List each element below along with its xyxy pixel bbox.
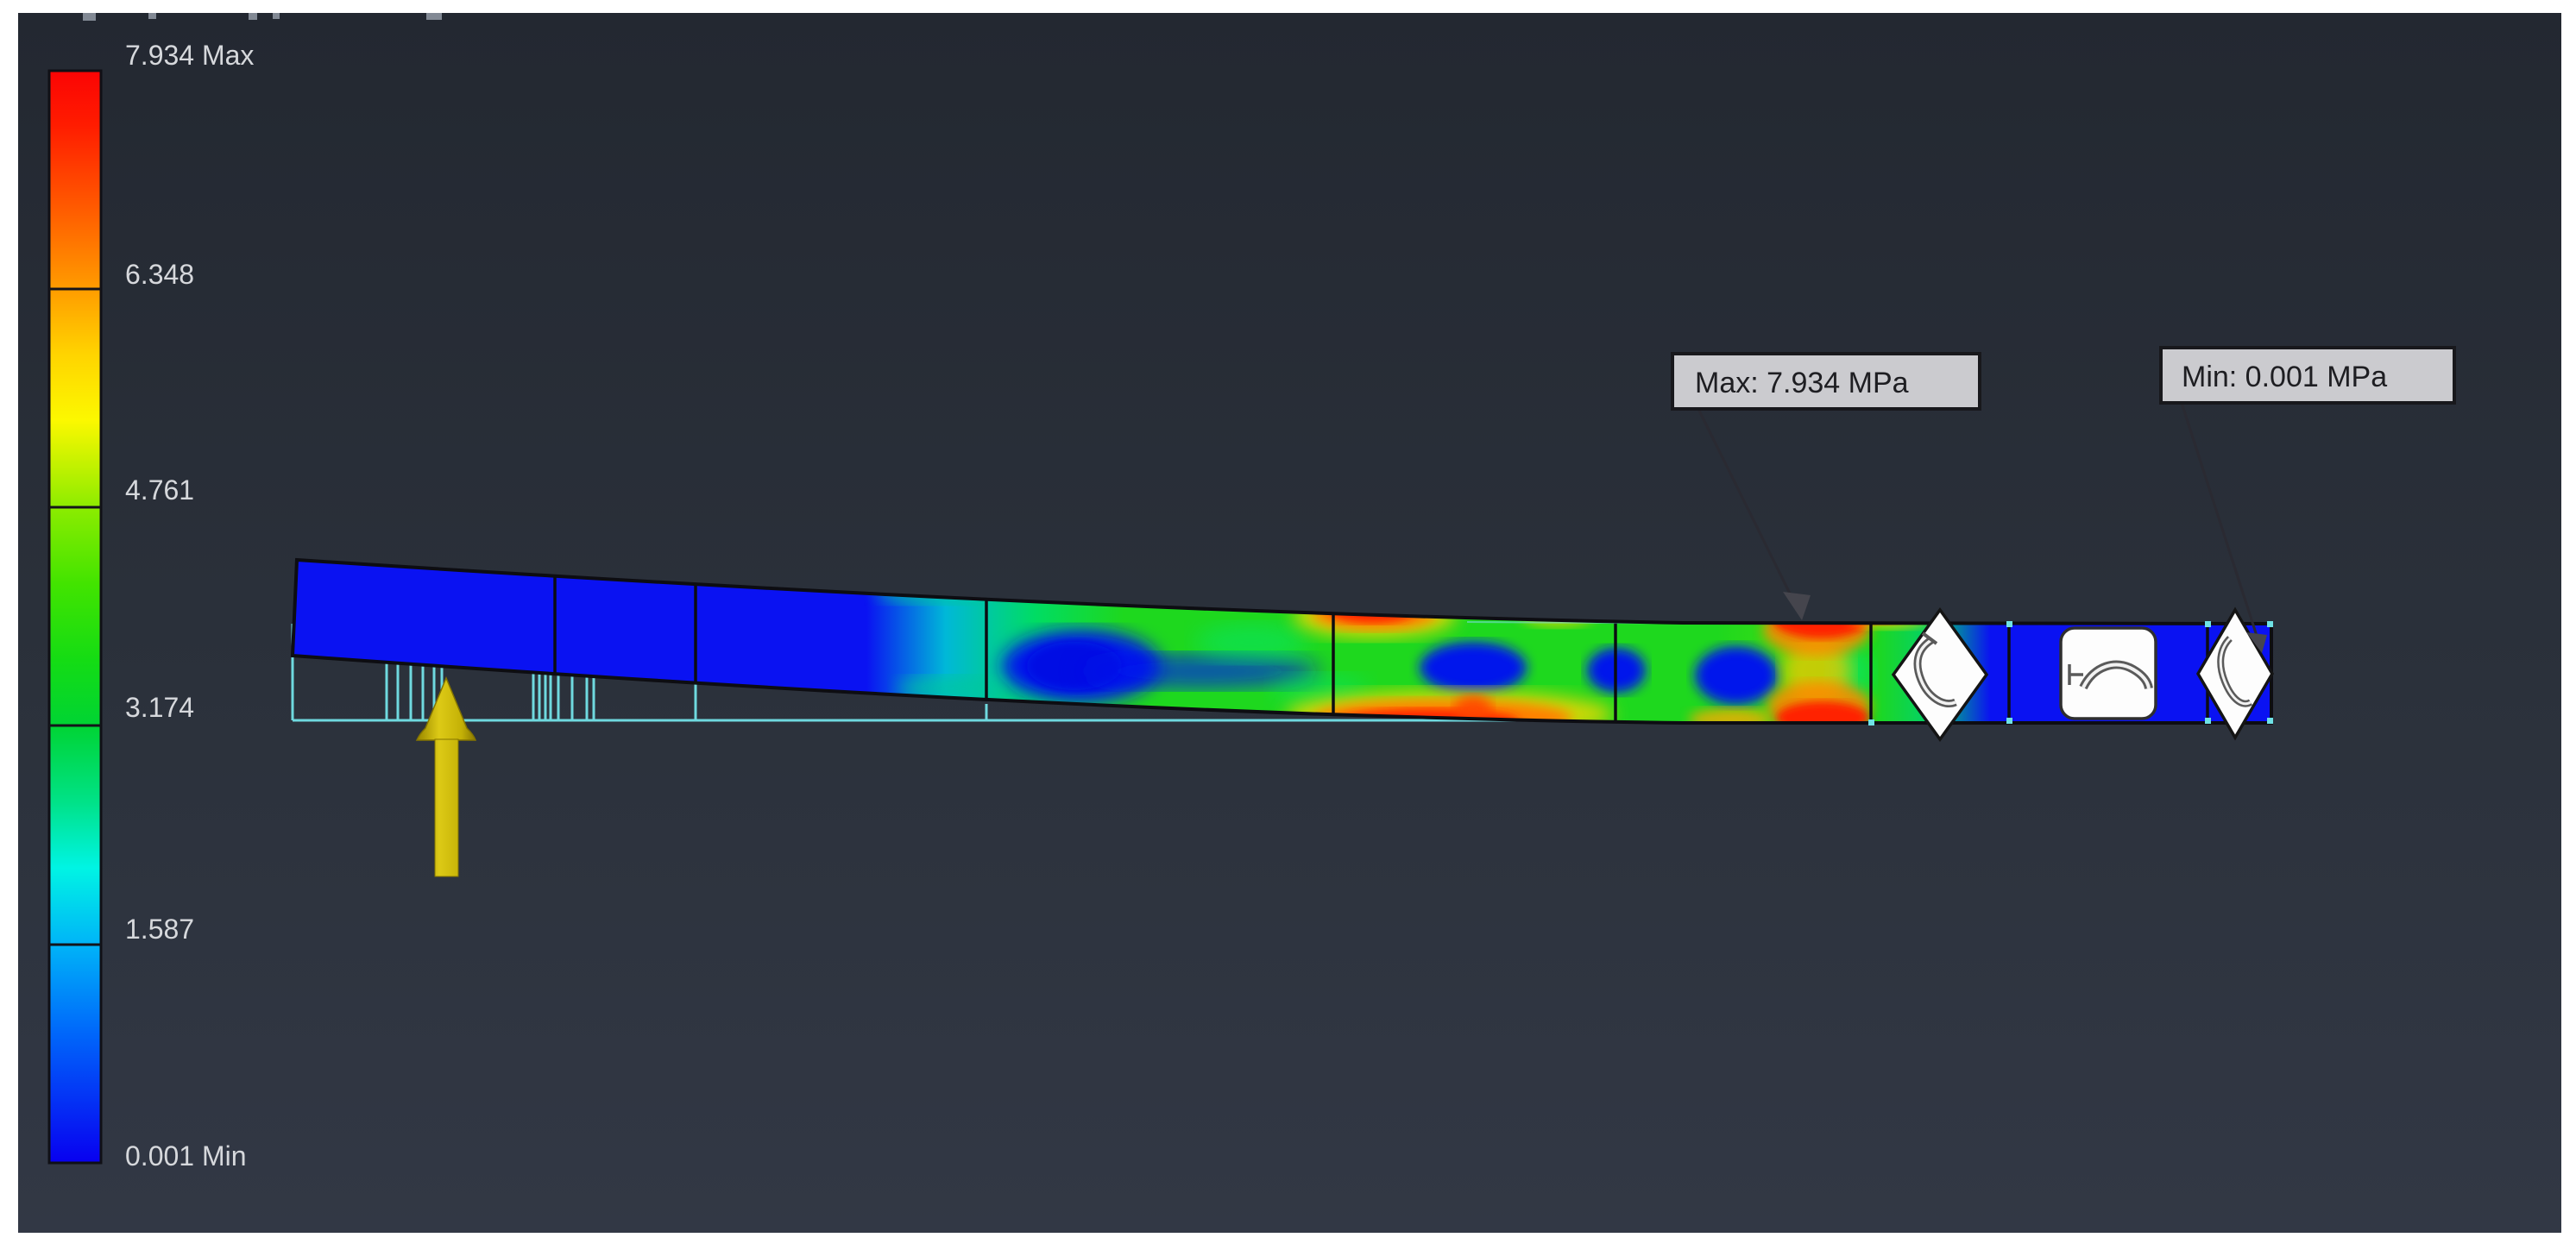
legend-color-bar bbox=[49, 71, 101, 1163]
legend-label-2: 6.348 bbox=[125, 259, 194, 290]
max-probe-label: Max: 7.934 MPa bbox=[1695, 367, 1909, 399]
legend-label-5: 1.587 bbox=[125, 914, 194, 945]
connector-marker-square-middle[interactable] bbox=[2061, 628, 2156, 719]
legend-label-3: 4.761 bbox=[125, 474, 194, 506]
min-probe-label: Min: 0.001 MPa bbox=[2182, 361, 2387, 393]
legend-label-min: 0.001 Min bbox=[125, 1140, 247, 1171]
legend-label-max: 7.934 Max bbox=[125, 40, 254, 71]
legend-label-4: 3.174 bbox=[125, 692, 194, 723]
fea-viewport-window: 7.934 Max 6.348 4.761 3.174 1.587 0.001 … bbox=[0, 0, 2576, 1250]
result-viewport-canvas[interactable]: 7.934 Max 6.348 4.761 3.174 1.587 0.001 … bbox=[0, 0, 2576, 1250]
